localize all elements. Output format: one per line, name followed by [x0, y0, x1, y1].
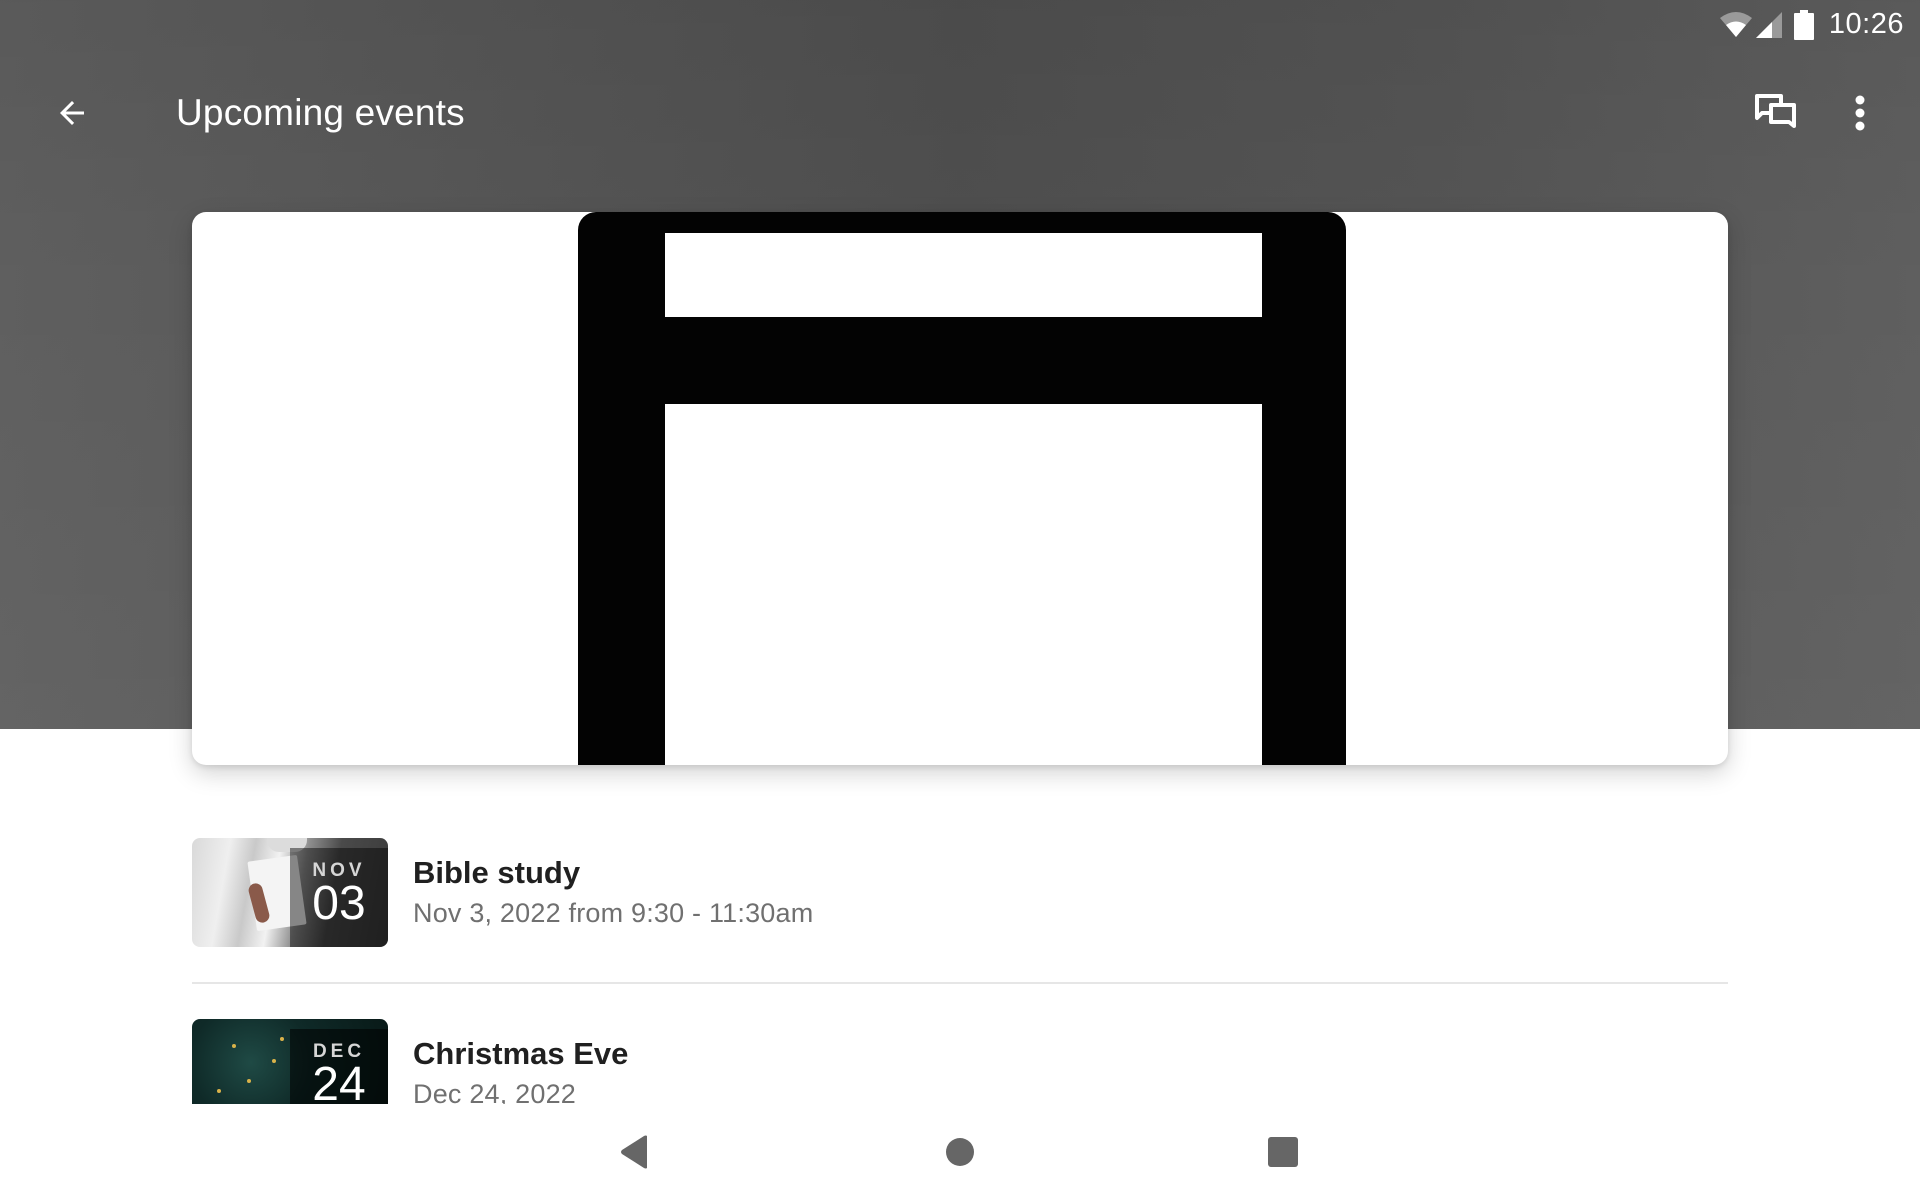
arrow-left-icon — [60, 101, 84, 125]
battery-icon — [1794, 10, 1814, 40]
church-logo-image — [578, 212, 1346, 765]
list-divider — [192, 982, 1728, 984]
event-title: Christmas Eve — [413, 1036, 629, 1071]
light-decoration — [232, 1044, 236, 1048]
messages-button[interactable] — [1748, 85, 1804, 141]
logo-window-bottom — [665, 404, 1262, 765]
light-decoration — [247, 1079, 251, 1083]
back-button[interactable] — [44, 85, 100, 141]
light-decoration — [217, 1089, 221, 1093]
status-time: 10:26 — [1828, 8, 1904, 40]
wifi-icon — [1720, 12, 1752, 37]
chat-bubbles-icon — [1755, 94, 1796, 128]
nav-recents-button[interactable] — [1251, 1126, 1315, 1178]
back-triangle-icon — [621, 1135, 647, 1169]
status-bar: 10:26 — [1660, 0, 1920, 50]
light-decoration — [280, 1037, 284, 1041]
cell-signal-icon — [1756, 12, 1782, 38]
event-day: 24 — [312, 1058, 366, 1104]
more-options-button[interactable] — [1832, 85, 1888, 141]
nav-back-button[interactable] — [602, 1126, 666, 1178]
recents-square-icon — [1268, 1137, 1298, 1167]
hero-image-card[interactable] — [192, 212, 1728, 765]
event-item-christmas-eve[interactable]: DEC 24 Christmas Eve Dec 24, 2022 — [192, 1019, 1728, 1104]
event-thumbnail: NOV 03 — [192, 838, 388, 947]
event-thumbnail: DEC 24 — [192, 1019, 388, 1104]
logo-window-top — [665, 233, 1262, 317]
event-datetime: Dec 24, 2022 — [413, 1079, 577, 1104]
event-day: 03 — [312, 877, 366, 930]
event-datetime: Nov 3, 2022 from 9:30 - 11:30am — [413, 898, 814, 928]
page-title: Upcoming events — [176, 92, 465, 133]
home-circle-icon — [946, 1138, 974, 1166]
light-decoration — [272, 1059, 276, 1063]
event-title: Bible study — [413, 855, 581, 890]
nav-home-button[interactable] — [928, 1126, 992, 1178]
system-nav-bar — [0, 1104, 1920, 1200]
event-item-bible-study[interactable]: NOV 03 Bible study Nov 3, 2022 from 9:30… — [192, 838, 1728, 1019]
more-vert-icon — [1855, 95, 1865, 131]
event-list: NOV 03 Bible study Nov 3, 2022 from 9:30… — [192, 838, 1728, 1104]
app-bar: Upcoming events — [0, 60, 1920, 166]
